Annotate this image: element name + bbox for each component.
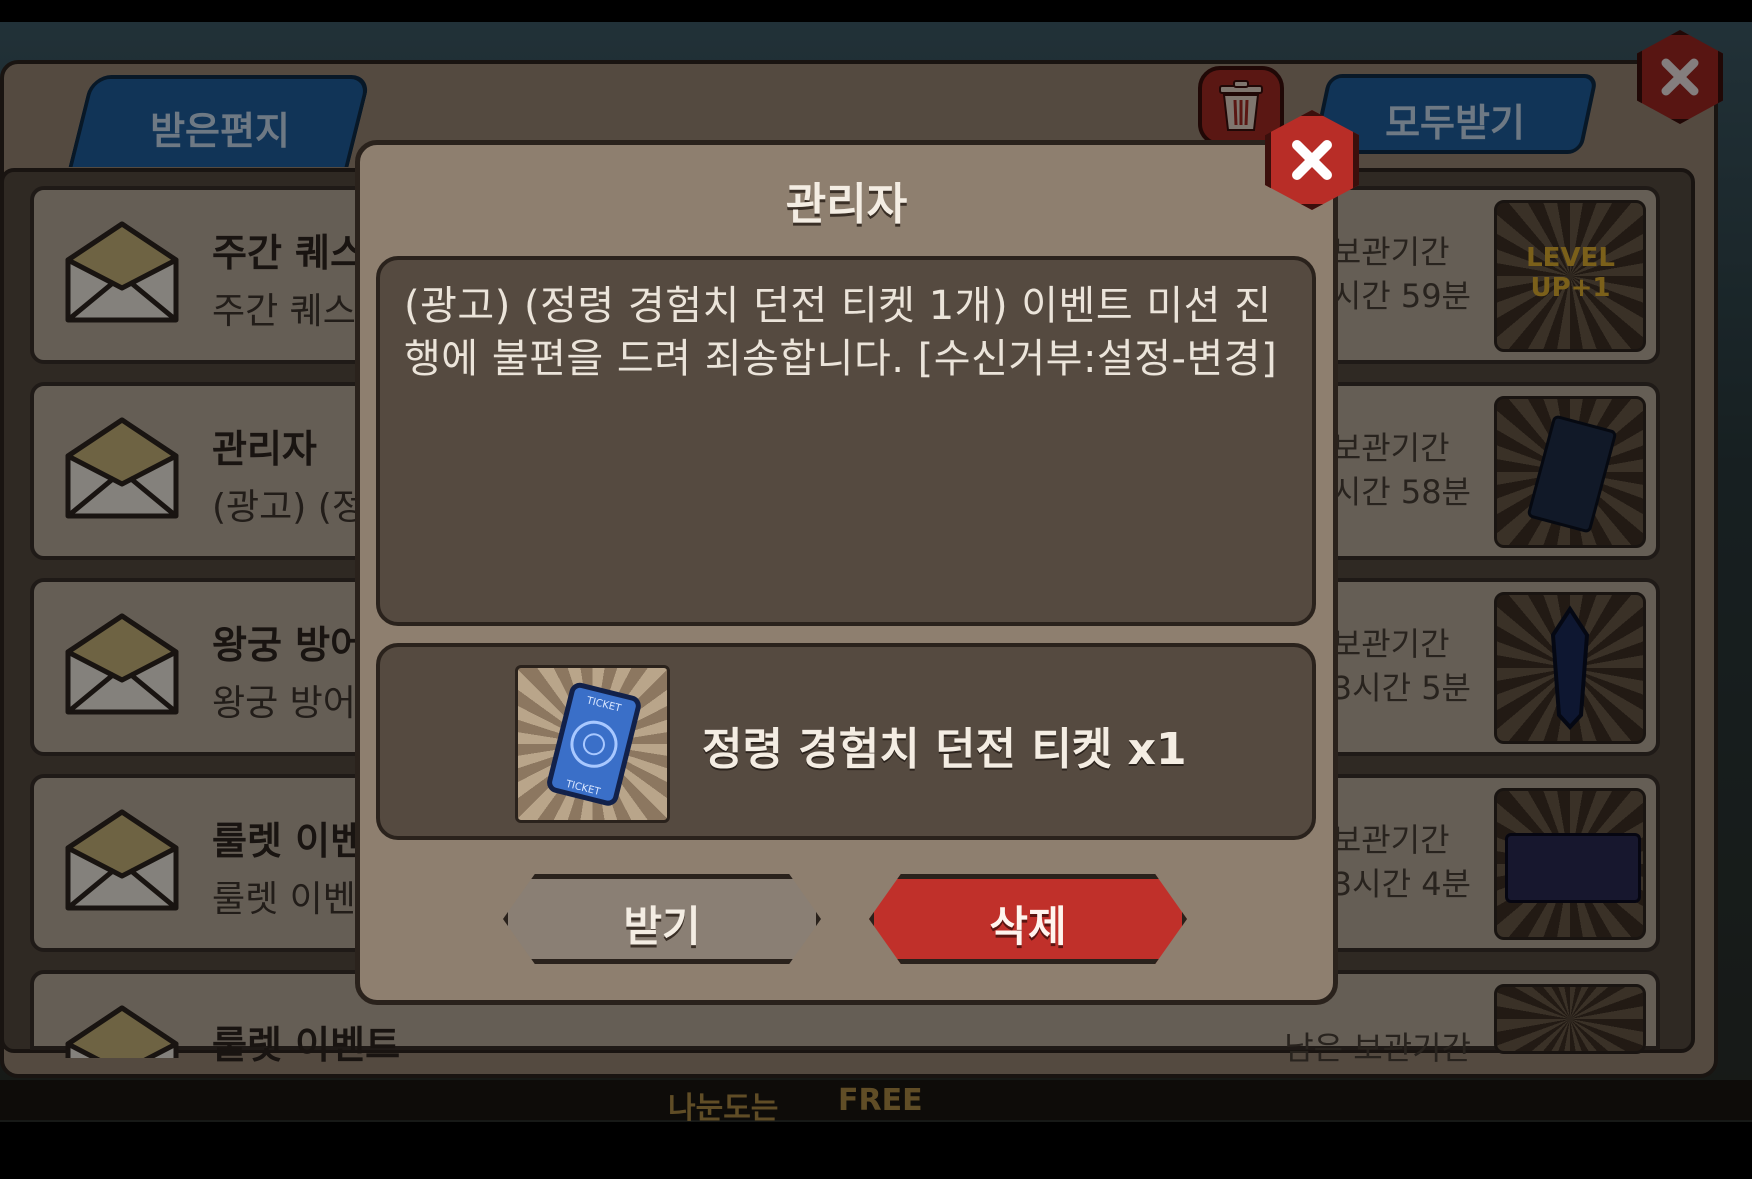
reward-box: TICKET TICKET 정령 경험치 던전 티켓 x1 (376, 643, 1316, 840)
message-box: (광고) (정령 경험치 던전 티켓 1개) 이벤트 미션 진행에 불편을 드려… (376, 256, 1316, 626)
message-text: (광고) (정령 경험치 던전 티켓 1개) 이벤트 미션 진행에 불편을 드려… (404, 283, 1278, 382)
ticket-reward-icon: TICKET TICKET (515, 665, 670, 823)
dialog-title: 관리자 (785, 179, 908, 230)
receive-button-label: 받기 (623, 902, 701, 951)
close-icon (1292, 140, 1332, 180)
delete-button-label: 삭제 (989, 902, 1067, 951)
reward-label: 정령 경험치 던전 티켓 x1 (702, 724, 1187, 775)
